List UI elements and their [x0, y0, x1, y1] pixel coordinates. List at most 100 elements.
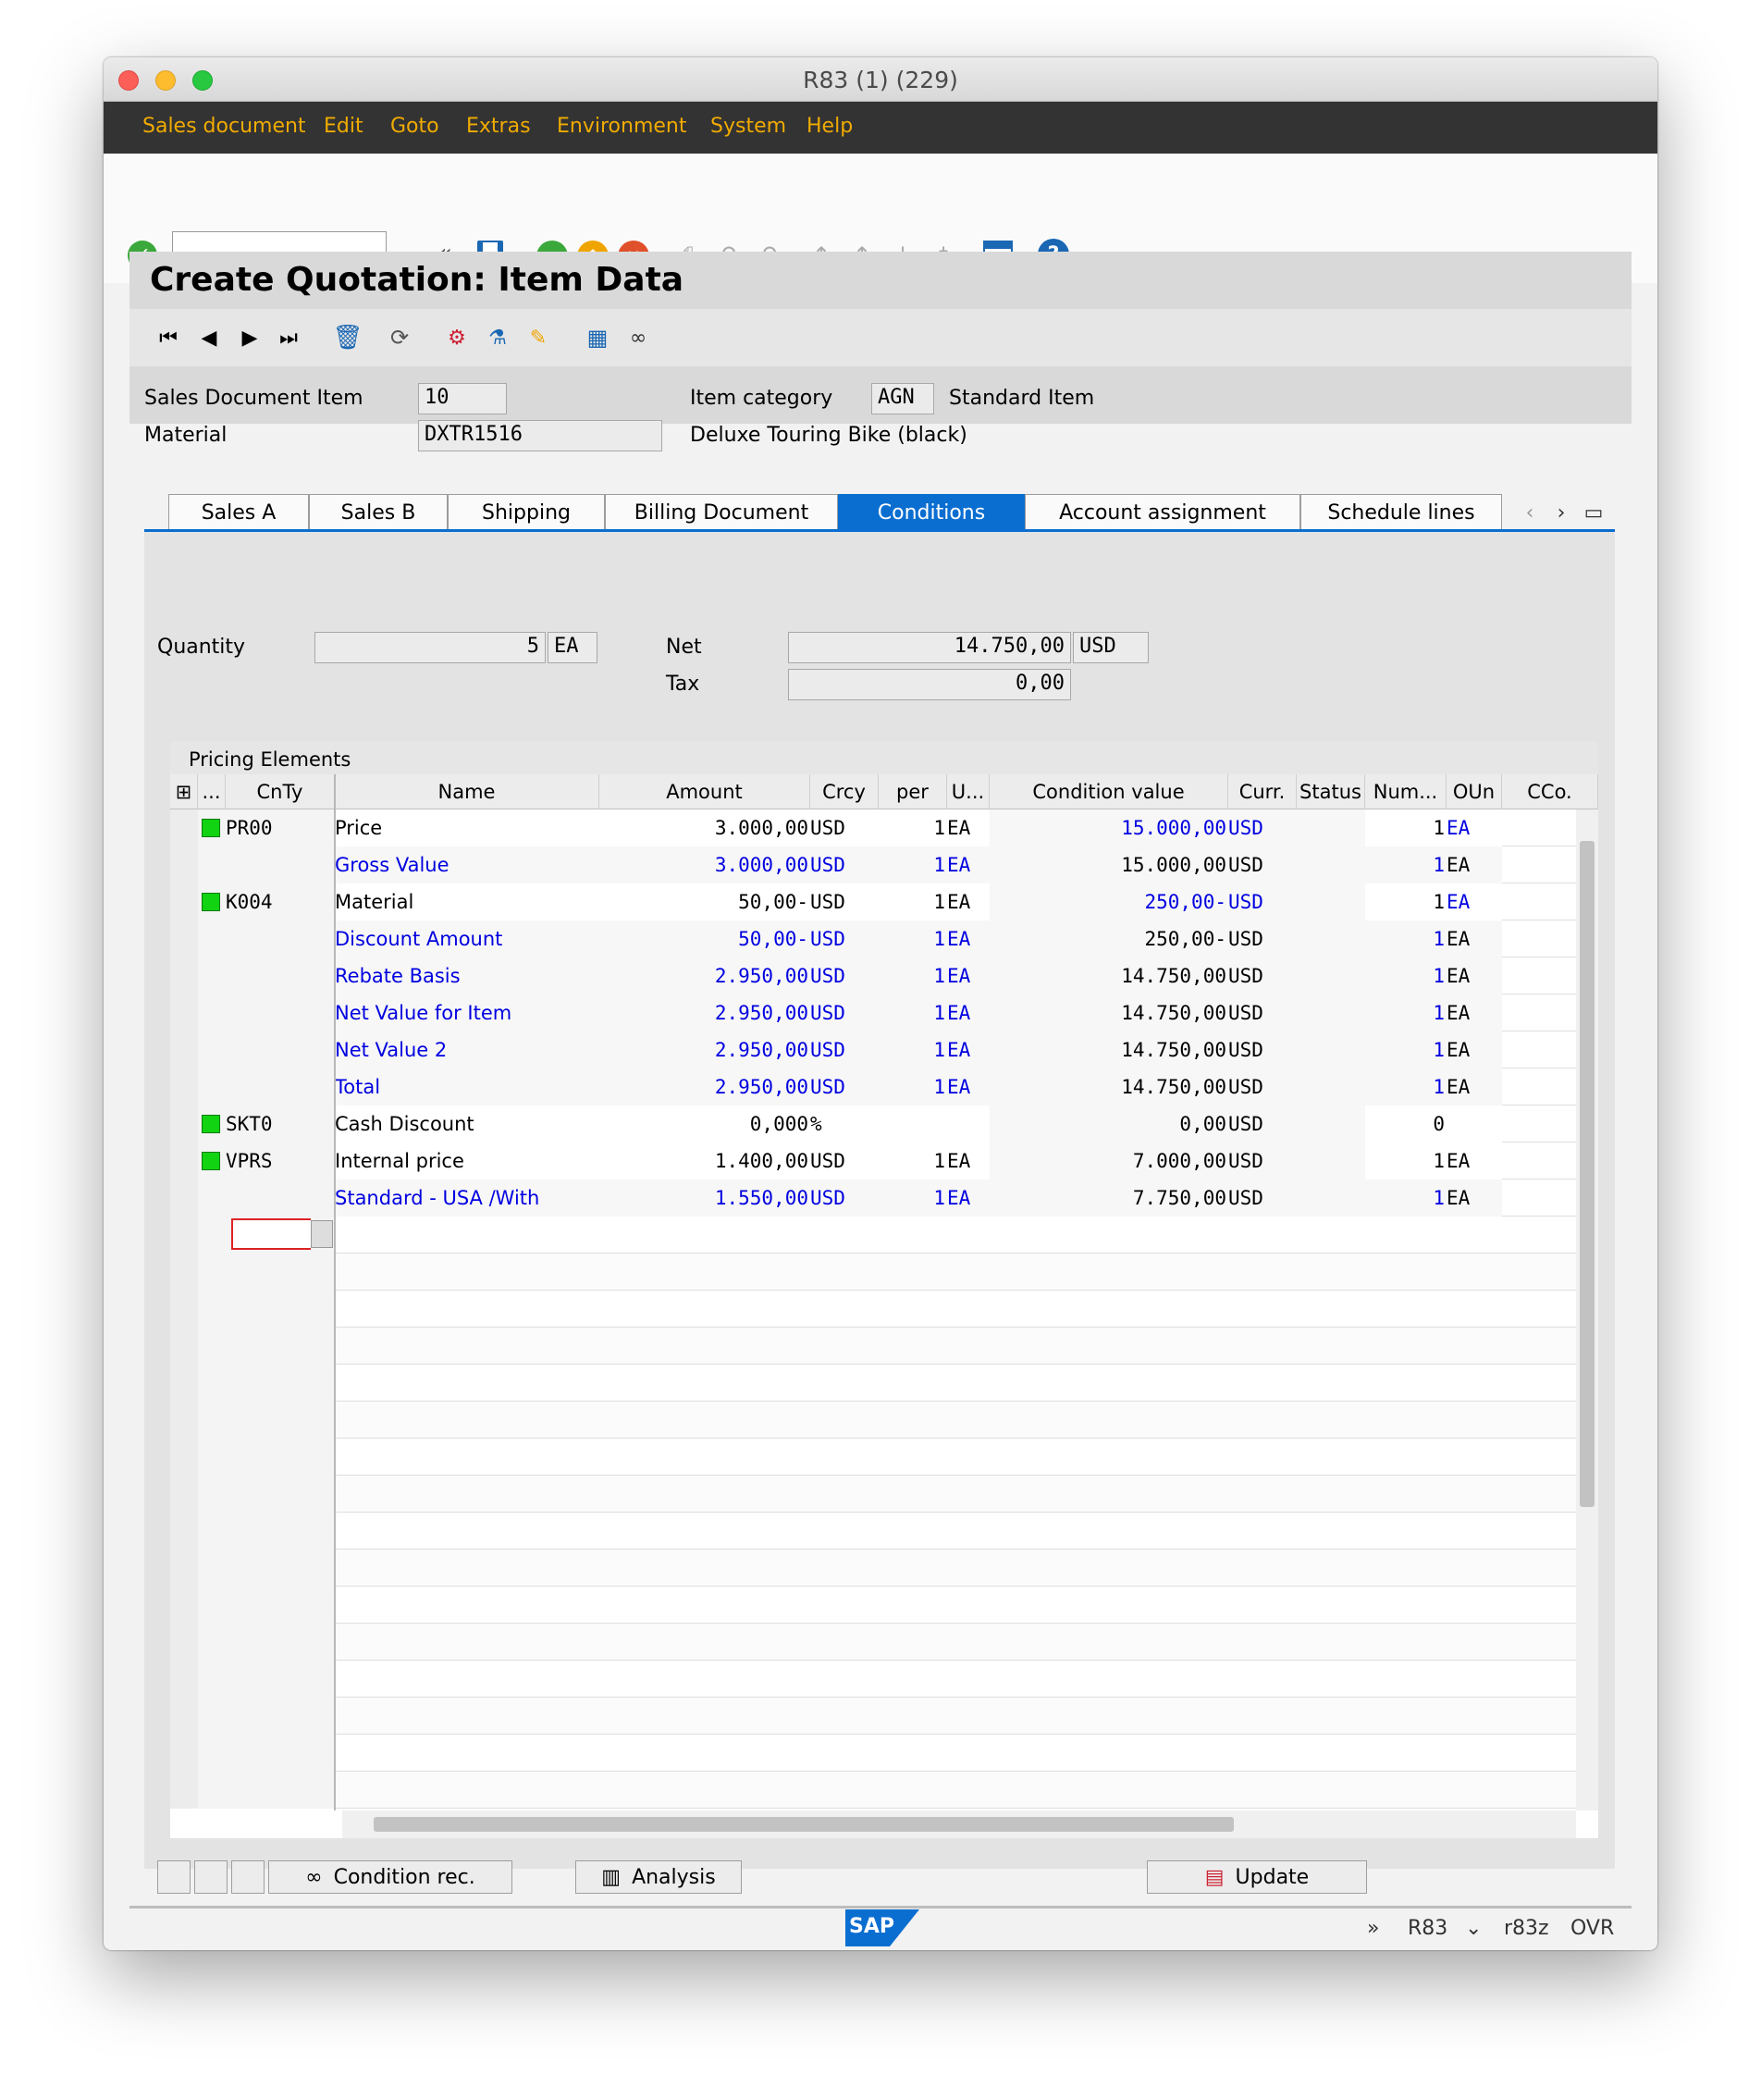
row-selector[interactable]: [170, 1587, 198, 1624]
tab-scroll-left-icon[interactable]: ‹: [1521, 500, 1539, 525]
row-selector[interactable]: [170, 1624, 198, 1661]
row-selector[interactable]: [170, 1106, 198, 1143]
table-row[interactable]: [170, 1291, 1576, 1328]
grid-settings-icon[interactable]: ⊞: [170, 774, 198, 809]
table-row[interactable]: K004 Material 50,00- USD 1 EA 250,00- USD 1 EA: [170, 883, 1576, 920]
table-row[interactable]: PR00 Price 3.000,00 USD 1 EA 15.000,00 USD 1 EA: [170, 809, 1576, 846]
material-field[interactable]: DXTR1516: [418, 420, 662, 451]
col-header-curr[interactable]: Curr.: [1228, 774, 1297, 809]
insert-row-icon[interactable]: [194, 1860, 228, 1894]
vertical-scroll-thumb[interactable]: [1580, 841, 1595, 1507]
col-header-uom[interactable]: U...: [947, 774, 990, 809]
tax-value-field[interactable]: 0,00: [788, 669, 1071, 700]
table-row[interactable]: [170, 1513, 1576, 1550]
tab-schedule-lines[interactable]: Schedule lines: [1300, 494, 1502, 531]
net-currency-field[interactable]: USD: [1073, 632, 1149, 663]
table-row[interactable]: [170, 1217, 1576, 1254]
row-selector[interactable]: [170, 1550, 198, 1587]
menu-goto[interactable]: Goto: [390, 115, 439, 138]
vertical-scrollbar[interactable]: [1576, 809, 1598, 1810]
condition-rec-button[interactable]: ∞ Condition rec.: [268, 1860, 512, 1894]
sales-document-item-field[interactable]: 10: [418, 383, 507, 414]
tab-account-assignment[interactable]: Account assignment: [1025, 494, 1300, 531]
menu-environment[interactable]: Environment: [557, 115, 686, 138]
first-item-icon[interactable]: ⏮: [157, 324, 179, 352]
row-selector[interactable]: [170, 1069, 198, 1106]
new-condition-type-input[interactable]: [231, 1218, 311, 1250]
value-help-icon[interactable]: [311, 1220, 333, 1248]
select-detail-icon[interactable]: [157, 1860, 191, 1894]
row-selector[interactable]: [170, 1476, 198, 1513]
table-row[interactable]: Rebate Basis 2.950,00 USD 1 EA 14.750,00 USD 1 E…: [170, 957, 1576, 994]
row-selector[interactable]: [170, 1031, 198, 1069]
row-selector[interactable]: [170, 1513, 198, 1550]
table-row[interactable]: [170, 1439, 1576, 1476]
row-selector[interactable]: [170, 1254, 198, 1291]
quantity-field[interactable]: 5: [314, 632, 546, 663]
table-row[interactable]: [170, 1365, 1576, 1402]
row-selector[interactable]: [170, 1365, 198, 1402]
col-header-name[interactable]: Name: [335, 774, 599, 809]
row-selector[interactable]: [170, 1328, 198, 1365]
row-selector[interactable]: [170, 846, 198, 883]
menu-extras[interactable]: Extras: [466, 115, 531, 138]
table-row[interactable]: Total 2.950,00 USD 1 EA 14.750,00 USD 1 EA: [170, 1069, 1576, 1106]
tab-sales-a[interactable]: Sales A: [168, 494, 309, 531]
previous-item-icon[interactable]: ◀: [198, 324, 220, 352]
tab-list-icon[interactable]: ▭: [1580, 500, 1607, 525]
col-header-num[interactable]: Num...: [1365, 774, 1447, 809]
row-selector[interactable]: [170, 957, 198, 994]
col-header-amount[interactable]: Amount: [599, 774, 810, 809]
calculator-icon[interactable]: ▦: [583, 322, 612, 353]
table-row[interactable]: [170, 1402, 1576, 1439]
col-header-cco[interactable]: CCo.: [1502, 774, 1598, 809]
col-header-select[interactable]: ...: [198, 774, 226, 809]
table-row[interactable]: [170, 1476, 1576, 1513]
item-category-field[interactable]: AGN: [871, 383, 934, 414]
col-header-condition-value[interactable]: Condition value: [990, 774, 1228, 809]
col-header-per[interactable]: per: [879, 774, 947, 809]
row-selector[interactable]: [170, 1735, 198, 1772]
tab-shipping[interactable]: Shipping: [448, 494, 605, 531]
table-row[interactable]: [170, 1550, 1576, 1587]
table-row[interactable]: [170, 1587, 1576, 1624]
row-selector[interactable]: [170, 1402, 198, 1439]
row-selector[interactable]: [170, 809, 198, 846]
table-row[interactable]: Net Value for Item 2.950,00 USD 1 EA 14.750,0…: [170, 994, 1576, 1031]
row-selector[interactable]: [170, 994, 198, 1031]
table-row[interactable]: [170, 1328, 1576, 1365]
table-row[interactable]: VPRS Internal price 1.400,00 USD 1 EA 7.000,00…: [170, 1143, 1576, 1180]
display-change-icon[interactable]: ⟳: [385, 322, 414, 353]
table-row[interactable]: Gross Value 3.000,00 USD 1 EA 15.000,00 USD 1 EA: [170, 846, 1576, 883]
table-row[interactable]: SKT0 Cash Discount 0,000% 0,00 USD 0: [170, 1106, 1576, 1143]
tab-conditions[interactable]: Conditions: [838, 494, 1025, 531]
table-row[interactable]: Standard - USA /With 1.550,00 USD 1 EA 7.750,…: [170, 1180, 1576, 1217]
col-header-crcy[interactable]: Crcy: [810, 774, 879, 809]
table-row[interactable]: [170, 1698, 1576, 1735]
edit-notes-icon[interactable]: ✎: [523, 322, 553, 353]
tab-billing-document[interactable]: Billing Document: [605, 494, 838, 531]
col-header-oun[interactable]: OUn: [1447, 774, 1502, 809]
batch-icon[interactable]: ⚗: [483, 322, 512, 353]
row-selector[interactable]: [170, 1698, 198, 1735]
glasses-icon[interactable]: ∞: [622, 322, 655, 353]
delete-row-icon[interactable]: [231, 1860, 265, 1894]
tab-sales-b[interactable]: Sales B: [309, 494, 448, 531]
menu-sales-document[interactable]: Sales document: [142, 115, 306, 138]
quantity-unit-field[interactable]: EA: [548, 632, 597, 663]
row-selector[interactable]: [170, 1217, 198, 1254]
menu-system[interactable]: System: [710, 115, 786, 138]
table-row[interactable]: Net Value 2 2.950,00 USD 1 EA 14.750,00 USD 1 EA: [170, 1031, 1576, 1069]
net-value-field[interactable]: 14.750,00: [788, 632, 1071, 663]
status-expand-icon[interactable]: »: [1367, 1917, 1379, 1940]
menu-edit[interactable]: Edit: [324, 115, 363, 138]
col-header-status[interactable]: Status: [1297, 774, 1365, 809]
table-row[interactable]: [170, 1735, 1576, 1772]
row-selector[interactable]: [170, 883, 198, 920]
tab-scroll-right-icon[interactable]: ›: [1552, 500, 1570, 525]
update-button[interactable]: ▤ Update: [1147, 1860, 1367, 1894]
configuration-icon[interactable]: ⚙: [442, 322, 472, 353]
table-row[interactable]: [170, 1624, 1576, 1661]
delete-icon[interactable]: 🗑: [333, 322, 363, 353]
analysis-button[interactable]: ▥ Analysis: [575, 1860, 742, 1894]
